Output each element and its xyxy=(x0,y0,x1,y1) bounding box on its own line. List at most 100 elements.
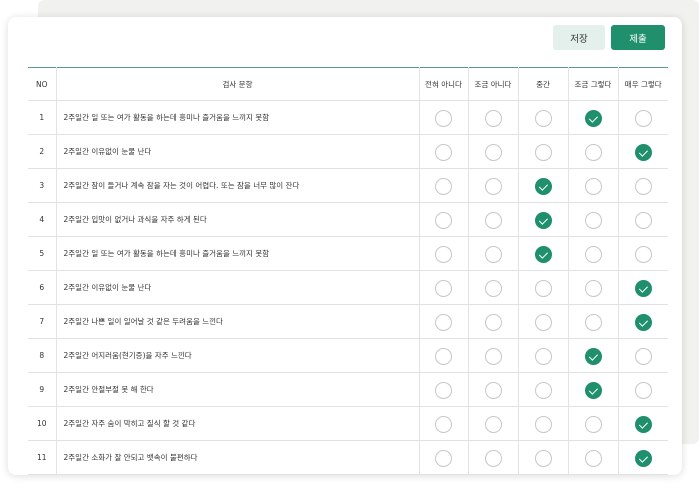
option-cell xyxy=(517,202,568,237)
radio-option[interactable] xyxy=(484,416,502,433)
radio-checked-icon[interactable] xyxy=(634,450,652,467)
header-row: NO 검사 문항 전혀 아니다 조금 아니다 중간 조금 그렇다 매우 그렇다 xyxy=(28,67,668,101)
radio-checked-icon[interactable] xyxy=(634,280,652,297)
row-number: 1 xyxy=(28,100,56,135)
radio-option[interactable] xyxy=(435,144,452,161)
row-number: 6 xyxy=(28,270,56,305)
radio-option[interactable] xyxy=(634,382,652,399)
table-row: 2 2주일간 이유없이 눈물 난다 xyxy=(28,134,668,169)
radio-checked-icon[interactable] xyxy=(584,382,602,399)
radio-option[interactable] xyxy=(484,314,502,331)
option-cell xyxy=(418,236,468,271)
row-number: 9 xyxy=(28,372,56,407)
radio-checked-icon[interactable] xyxy=(534,246,552,263)
radio-option[interactable] xyxy=(534,348,552,365)
radio-option[interactable] xyxy=(435,212,452,229)
radio-option[interactable] xyxy=(534,416,552,433)
radio-option[interactable] xyxy=(435,314,452,331)
option-cell xyxy=(567,134,618,169)
header-no: NO xyxy=(28,67,56,101)
radio-option[interactable] xyxy=(634,246,652,263)
option-cell xyxy=(517,236,568,271)
option-cell xyxy=(418,100,468,135)
radio-option[interactable] xyxy=(435,416,452,433)
radio-option[interactable] xyxy=(435,246,452,263)
option-cell xyxy=(617,440,668,475)
radio-option[interactable] xyxy=(435,348,452,365)
option-cell xyxy=(567,372,618,407)
radio-option[interactable] xyxy=(484,144,502,161)
radio-option[interactable] xyxy=(634,178,652,195)
radio-checked-icon[interactable] xyxy=(634,314,652,331)
radio-option[interactable] xyxy=(435,280,452,297)
radio-option[interactable] xyxy=(435,110,452,127)
radio-checked-icon[interactable] xyxy=(534,212,552,229)
radio-checked-icon[interactable] xyxy=(584,110,602,127)
option-cell xyxy=(467,304,518,339)
option-cell xyxy=(517,304,568,339)
radio-option[interactable] xyxy=(534,144,552,161)
option-cell xyxy=(567,168,618,203)
radio-option[interactable] xyxy=(584,212,602,229)
row-number: 3 xyxy=(28,168,56,203)
question-text: 2주일간 자주 숨이 막히고 질식 할 것 같다 xyxy=(55,406,419,441)
radio-option[interactable] xyxy=(634,110,652,127)
option-cell xyxy=(517,270,568,305)
radio-option[interactable] xyxy=(534,450,552,467)
submit-button[interactable]: 제출 xyxy=(611,25,665,50)
row-number: 2 xyxy=(28,134,56,169)
row-number: 11 xyxy=(28,440,56,475)
radio-option[interactable] xyxy=(534,280,552,297)
radio-checked-icon[interactable] xyxy=(534,178,552,195)
radio-option[interactable] xyxy=(584,314,602,331)
table-row: 11 2주일간 소화가 잘 안되고 뱃속이 불편하다 xyxy=(28,440,668,475)
option-cell xyxy=(567,440,618,475)
radio-checked-icon[interactable] xyxy=(634,144,652,161)
radio-option[interactable] xyxy=(584,416,602,433)
radio-option[interactable] xyxy=(435,382,452,399)
radio-option[interactable] xyxy=(584,144,602,161)
radio-checked-icon[interactable] xyxy=(584,348,602,365)
radio-option[interactable] xyxy=(484,178,502,195)
radio-option[interactable] xyxy=(534,110,552,127)
option-cell xyxy=(517,372,568,407)
question-text: 2주일간 안절부절 못 해 한다 xyxy=(55,372,419,407)
table-row: 10 2주일간 자주 숨이 막히고 질식 할 것 같다 xyxy=(28,406,668,441)
option-cell xyxy=(517,338,568,373)
header-question: 검사 문항 xyxy=(55,67,419,101)
radio-option[interactable] xyxy=(534,314,552,331)
option-cell xyxy=(617,168,668,203)
radio-option[interactable] xyxy=(584,280,602,297)
radio-option[interactable] xyxy=(634,212,652,229)
save-button[interactable]: 저장 xyxy=(553,25,605,50)
option-cell xyxy=(567,406,618,441)
radio-option[interactable] xyxy=(484,110,502,127)
radio-option[interactable] xyxy=(435,178,452,195)
question-text: 2주일간 입맛이 없거나 과식을 자주 하게 된다 xyxy=(55,202,419,237)
radio-option[interactable] xyxy=(484,450,502,467)
table-row: 3 2주일간 잠이 들거나 계속 잠을 자는 것이 어렵다. 또는 잠을 너무 많… xyxy=(28,168,668,203)
option-cell xyxy=(418,440,468,475)
radio-option[interactable] xyxy=(634,348,652,365)
option-cell xyxy=(418,372,468,407)
option-cell xyxy=(617,100,668,135)
radio-option[interactable] xyxy=(584,178,602,195)
option-cell xyxy=(567,202,618,237)
radio-option[interactable] xyxy=(484,348,502,365)
radio-option[interactable] xyxy=(484,382,502,399)
radio-checked-icon[interactable] xyxy=(634,416,652,433)
radio-option[interactable] xyxy=(584,246,602,263)
option-cell xyxy=(617,338,668,373)
option-cell xyxy=(517,440,568,475)
option-cell xyxy=(517,100,568,135)
option-cell xyxy=(467,236,518,271)
radio-option[interactable] xyxy=(534,382,552,399)
radio-option[interactable] xyxy=(484,280,502,297)
radio-option[interactable] xyxy=(584,450,602,467)
radio-option[interactable] xyxy=(484,246,502,263)
option-cell xyxy=(418,202,468,237)
radio-option[interactable] xyxy=(484,212,502,229)
question-text: 2주일간 어지러움(현기증)을 자주 느낀다 xyxy=(55,338,419,373)
radio-option[interactable] xyxy=(435,450,452,467)
question-text: 2주일간 잠이 들거나 계속 잠을 자는 것이 어렵다. 또는 잠을 너무 많이… xyxy=(55,168,419,203)
